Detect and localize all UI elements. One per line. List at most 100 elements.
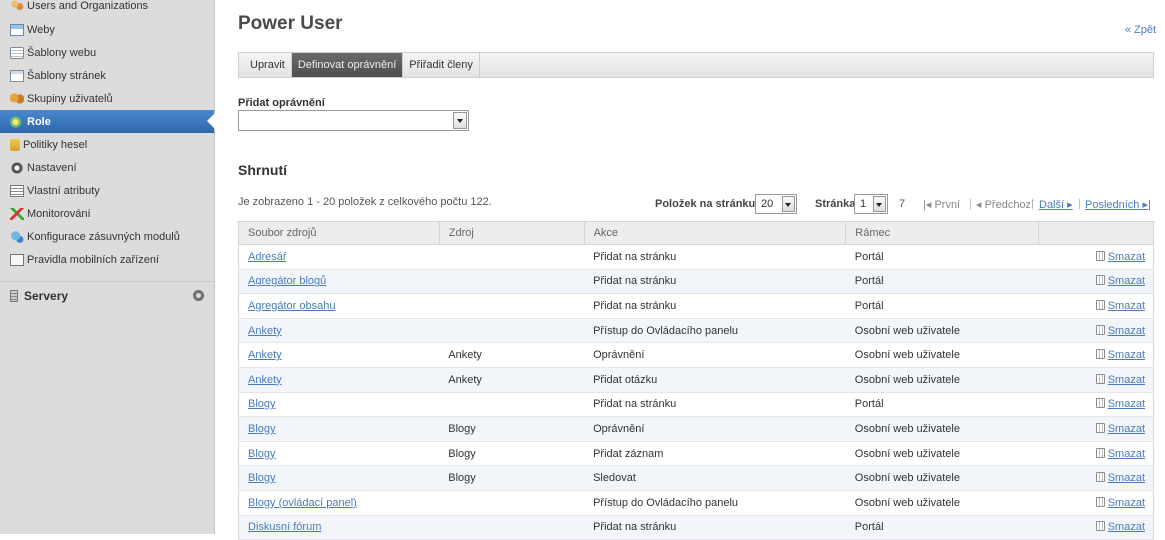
- resource-link[interactable]: Ankety: [248, 374, 282, 386]
- trash-icon[interactable]: [1095, 496, 1105, 507]
- sidebar-item-weby[interactable]: Weby: [0, 18, 214, 41]
- resource-link[interactable]: Blogy: [248, 398, 276, 410]
- sidebar-item-users-and-organizations[interactable]: Users and Organizations: [0, 0, 214, 18]
- table-row: Ankety Ankety Přidat otázku Osobní web uživ…: [238, 367, 1154, 393]
- plugin-config-icon: [10, 230, 24, 243]
- sidebar-item-politiky-hesel[interactable]: Politiky hesel: [0, 133, 214, 156]
- cell-action: Oprávnění: [584, 416, 846, 442]
- trash-icon[interactable]: [1095, 299, 1105, 310]
- table-row: Blogy (ovládací panel) Přístup do Ovládac…: [238, 490, 1154, 516]
- total-pages: 7: [899, 198, 906, 210]
- delete-link[interactable]: Smazat: [1108, 325, 1145, 337]
- sidebar-item-role[interactable]: Role: [0, 110, 215, 133]
- table-body: Adresář Přidat na stránku Portál Smazat Agre…: [238, 244, 1154, 540]
- cell-scope: Osobní web uživatele: [845, 342, 1039, 368]
- cell-delete: Smazat: [1038, 244, 1154, 270]
- tab-definovat-opravneni[interactable]: Definovat oprávnění: [291, 53, 404, 77]
- cell-resource[interactable]: Agregátor blogů: [238, 269, 440, 295]
- resource-link[interactable]: Ankety: [248, 349, 282, 361]
- trash-icon[interactable]: [1095, 521, 1105, 532]
- resource-link[interactable]: Adresář: [248, 251, 287, 263]
- delete-link[interactable]: Smazat: [1108, 497, 1145, 509]
- column-header-action[interactable]: Akce: [583, 221, 847, 245]
- resource-link[interactable]: Diskusní fórum: [248, 521, 321, 533]
- delete-link[interactable]: Smazat: [1108, 374, 1145, 386]
- first-page-link[interactable]: |◂ První: [923, 198, 960, 211]
- page-title: Power User: [238, 13, 343, 34]
- dropdown-arrow-icon[interactable]: [873, 196, 886, 212]
- trash-icon[interactable]: [1095, 422, 1105, 433]
- resource-link[interactable]: Agregátor obsahu: [248, 300, 335, 312]
- trash-icon[interactable]: [1095, 398, 1105, 409]
- trash-icon[interactable]: [1095, 472, 1105, 483]
- trash-icon[interactable]: [1095, 275, 1105, 286]
- sidebar-item-monitorovani[interactable]: Monitorování: [0, 202, 214, 225]
- add-permission-select[interactable]: [238, 110, 469, 131]
- delete-link[interactable]: Smazat: [1108, 349, 1145, 361]
- cell-resource[interactable]: Diskusní fórum: [238, 515, 440, 540]
- trash-icon[interactable]: [1095, 250, 1105, 261]
- resource-link[interactable]: Agregátor blogů: [248, 275, 326, 287]
- cell-resource[interactable]: Blogy: [238, 392, 440, 418]
- sidebar-item-skupiny-uzivatelu[interactable]: Skupiny uživatelů: [0, 87, 214, 110]
- sidebar-section-label: Servery: [24, 288, 69, 303]
- trash-icon[interactable]: [1095, 349, 1105, 360]
- sidebar-item-label: Nastavení: [27, 161, 77, 174]
- next-page-icon: ▸: [1064, 199, 1073, 211]
- main-content: Power User « Zpět Upravit Definovat oprá…: [216, 0, 1165, 540]
- sidebar-item-konfigurace-zasuvnych-modulu[interactable]: Konfigurace zásuvných modulů: [0, 225, 214, 248]
- resource-link[interactable]: Blogy (ovládací panel): [248, 497, 357, 509]
- trash-icon[interactable]: [1095, 324, 1105, 335]
- sidebar-item-pravidla-mobilnich-zarizeni[interactable]: Pravidla mobilních zařízení: [0, 248, 214, 271]
- column-header-scope[interactable]: Rámec: [845, 221, 1040, 245]
- resource-link[interactable]: Ankety: [248, 325, 282, 337]
- page-select[interactable]: 1: [854, 194, 888, 214]
- resource-link[interactable]: Blogy: [248, 448, 276, 460]
- sidebar-item-vlastni-atributy[interactable]: Vlastní atributy: [0, 179, 214, 202]
- last-page-link[interactable]: Posledních ▸|: [1085, 198, 1151, 211]
- trash-icon[interactable]: [1095, 373, 1105, 384]
- delete-link[interactable]: Smazat: [1108, 398, 1145, 410]
- table-row: Agregátor obsahu Přidat na stránku Portál S…: [238, 293, 1154, 319]
- column-header-resource[interactable]: Soubor zdrojů: [238, 221, 440, 245]
- cell-resource[interactable]: Agregátor obsahu: [238, 293, 440, 319]
- cell-resource[interactable]: Ankety: [238, 342, 440, 368]
- cell-resource[interactable]: Blogy: [238, 416, 440, 442]
- column-header-source[interactable]: Zdroj: [438, 221, 585, 245]
- tab-priradit-cleny[interactable]: Přiřadit členy: [403, 53, 480, 77]
- expand-toggle-icon[interactable]: [193, 290, 204, 301]
- cell-resource[interactable]: Adresář: [238, 244, 440, 270]
- next-page-link[interactable]: Další ▸: [1039, 198, 1073, 211]
- sidebar-section-servery[interactable]: Servery: [0, 281, 214, 309]
- tab-upravit[interactable]: Upravit: [244, 53, 292, 77]
- cell-resource[interactable]: Blogy (ovládací panel): [238, 490, 440, 516]
- mobile-rules-icon: [10, 253, 24, 266]
- cell-resource[interactable]: Blogy: [238, 441, 440, 467]
- table-row: Ankety Přístup do Ovládacího panelu Osobní…: [238, 318, 1154, 344]
- sidebar-item-sablony-stranek[interactable]: Šablony stránek: [0, 64, 214, 87]
- resource-link[interactable]: Blogy: [248, 423, 276, 435]
- cell-resource[interactable]: Blogy: [238, 465, 440, 491]
- sidebar-item-sablony-webu[interactable]: Šablony webu: [0, 41, 214, 64]
- delete-link[interactable]: Smazat: [1108, 251, 1145, 263]
- resource-link[interactable]: Blogy: [248, 472, 276, 484]
- prev-page-link[interactable]: ◂ Předchozí: [976, 198, 1034, 211]
- per-page-select[interactable]: 20: [755, 194, 797, 214]
- delete-link[interactable]: Smazat: [1108, 521, 1145, 533]
- delete-link[interactable]: Smazat: [1108, 300, 1145, 312]
- password-policy-icon: [10, 138, 20, 151]
- table-header-row: Soubor zdrojů Zdroj Akce Rámec: [238, 221, 1154, 245]
- trash-icon[interactable]: [1095, 447, 1105, 458]
- delete-link[interactable]: Smazat: [1108, 448, 1145, 460]
- cell-resource[interactable]: Ankety: [238, 318, 440, 344]
- dropdown-arrow-icon[interactable]: [782, 196, 795, 212]
- sidebar-item-nastaveni[interactable]: Nastavení: [0, 156, 214, 179]
- cell-delete: Smazat: [1038, 441, 1154, 467]
- dropdown-arrow-icon[interactable]: [453, 112, 467, 129]
- back-link[interactable]: « Zpět: [1125, 24, 1156, 36]
- cell-resource[interactable]: Ankety: [238, 367, 440, 393]
- delete-link[interactable]: Smazat: [1108, 275, 1145, 287]
- cell-source: Blogy: [439, 465, 585, 491]
- delete-link[interactable]: Smazat: [1108, 472, 1145, 484]
- delete-link[interactable]: Smazat: [1108, 423, 1145, 435]
